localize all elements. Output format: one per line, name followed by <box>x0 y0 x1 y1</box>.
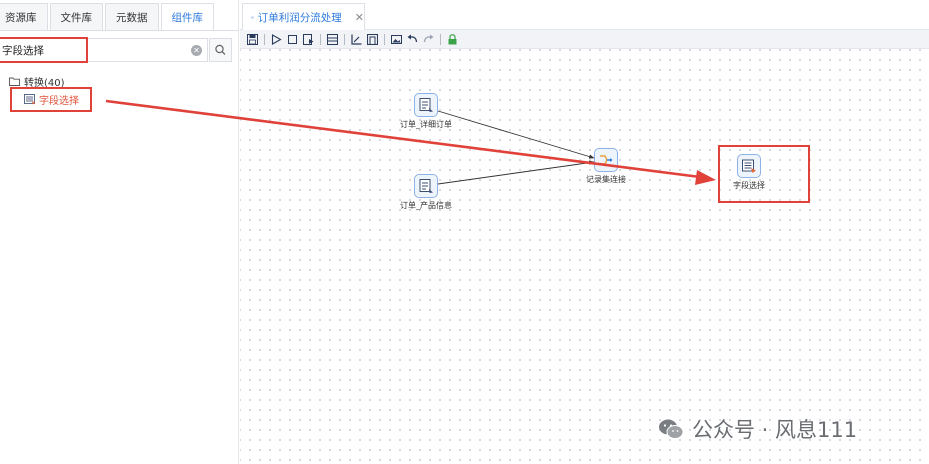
tab-file-library[interactable]: 文件库 <box>49 3 103 30</box>
lock-icon[interactable] <box>446 33 459 46</box>
toolbar-separator <box>440 33 441 45</box>
document-tab-title: 订单利润分流处理 <box>257 11 342 24</box>
toolbar-separator <box>344 33 345 45</box>
watermark: 公众号 · 风息111 <box>658 414 857 444</box>
align-icon[interactable] <box>350 33 363 46</box>
search-icon <box>215 44 226 55</box>
left-tab-bar: 资源库 文件库 元数据 组件库 <box>0 0 239 32</box>
search-annotation-box <box>0 37 88 63</box>
node-merge-join[interactable]: 记录集连接 <box>566 148 646 185</box>
layout-icon[interactable] <box>366 33 379 46</box>
document-tab[interactable]: 订单利润分流处理 ✕ <box>242 3 365 30</box>
tab-component-library[interactable]: 组件库 <box>160 3 214 30</box>
tree-item-annotation-box <box>10 87 92 112</box>
preview-icon[interactable] <box>302 33 315 46</box>
node-product-info[interactable]: 订单_产品信息 <box>386 174 466 211</box>
search-button[interactable] <box>209 38 232 62</box>
tab-repository[interactable]: 资源库 <box>0 3 48 30</box>
node-label: 记录集连接 <box>586 175 626 184</box>
design-canvas[interactable]: 订单利润分流处理 ✕ 订单_详细订单 订单_产品信息 记录集连接 字段选择 公众… <box>240 0 929 464</box>
run-icon[interactable] <box>270 33 283 46</box>
undo-icon[interactable] <box>406 33 419 46</box>
table-input-icon <box>414 174 438 198</box>
wechat-icon <box>659 419 684 439</box>
node-order-detail[interactable]: 订单_详细订单 <box>386 93 466 130</box>
document-tab-bar: 订单利润分流处理 ✕ <box>240 0 929 30</box>
save-icon[interactable] <box>246 33 259 46</box>
watermark-text: 公众号 · 风息111 <box>692 418 858 442</box>
toolbar-separator <box>320 33 321 45</box>
target-annotation-box <box>718 145 810 203</box>
component-panel: 资源库 文件库 元数据 组件库 ✕ 转换(40) 字段选择 <box>0 0 239 464</box>
grid-icon[interactable] <box>326 33 339 46</box>
toolbar-separator <box>384 33 385 45</box>
node-label: 订单_详细订单 <box>400 120 452 129</box>
transformation-icon <box>251 16 254 18</box>
folder-icon <box>9 77 20 86</box>
merge-join-icon <box>594 148 618 172</box>
tab-divider <box>0 30 239 31</box>
table-input-icon <box>414 93 438 117</box>
image-icon[interactable] <box>390 33 403 46</box>
redo-icon[interactable] <box>422 33 435 46</box>
node-label: 订单_产品信息 <box>400 201 452 210</box>
clear-icon[interactable]: ✕ <box>191 45 202 56</box>
stop-icon[interactable] <box>286 33 299 46</box>
canvas-toolbar <box>240 30 929 49</box>
close-icon[interactable]: ✕ <box>355 11 364 24</box>
toolbar-separator <box>264 33 265 45</box>
tab-metadata[interactable]: 元数据 <box>105 3 159 30</box>
